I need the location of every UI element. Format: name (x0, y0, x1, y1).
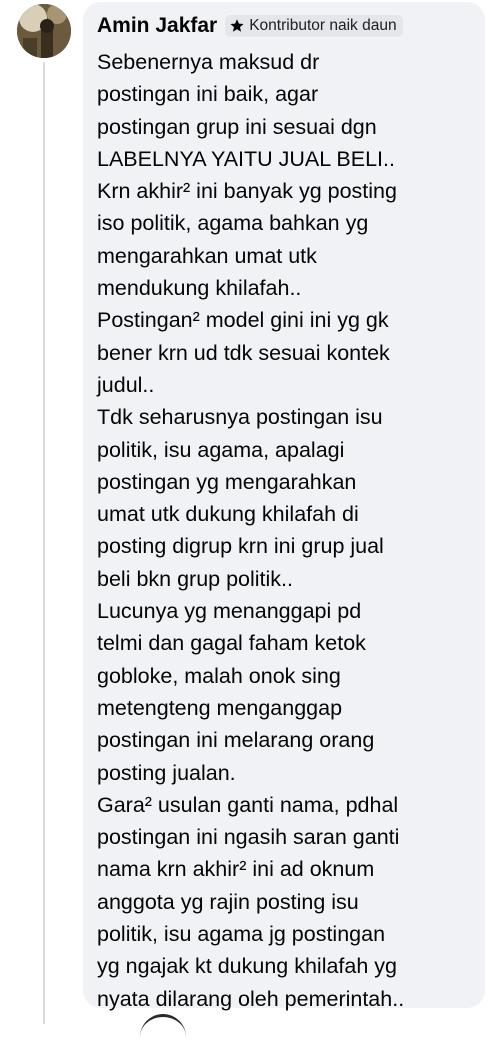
reply-avatar[interactable] (140, 1014, 186, 1060)
comment-bubble: Amin Jakfar Kontributor naik daun Sebene… (83, 2, 485, 1011)
star-icon (230, 19, 244, 32)
comment-text: Sebenernya maksud dr postingan ini baik,… (97, 50, 405, 1011)
comment-header: Amin Jakfar Kontributor naik daun (97, 13, 403, 39)
thread-line (43, 62, 45, 1024)
avatar-photo (17, 4, 71, 58)
avatar[interactable] (17, 4, 71, 58)
contributor-badge[interactable]: Kontributor naik daun (225, 15, 403, 37)
author-name[interactable]: Amin Jakfar (97, 14, 217, 38)
badge-label: Kontributor naik daun (249, 17, 397, 34)
